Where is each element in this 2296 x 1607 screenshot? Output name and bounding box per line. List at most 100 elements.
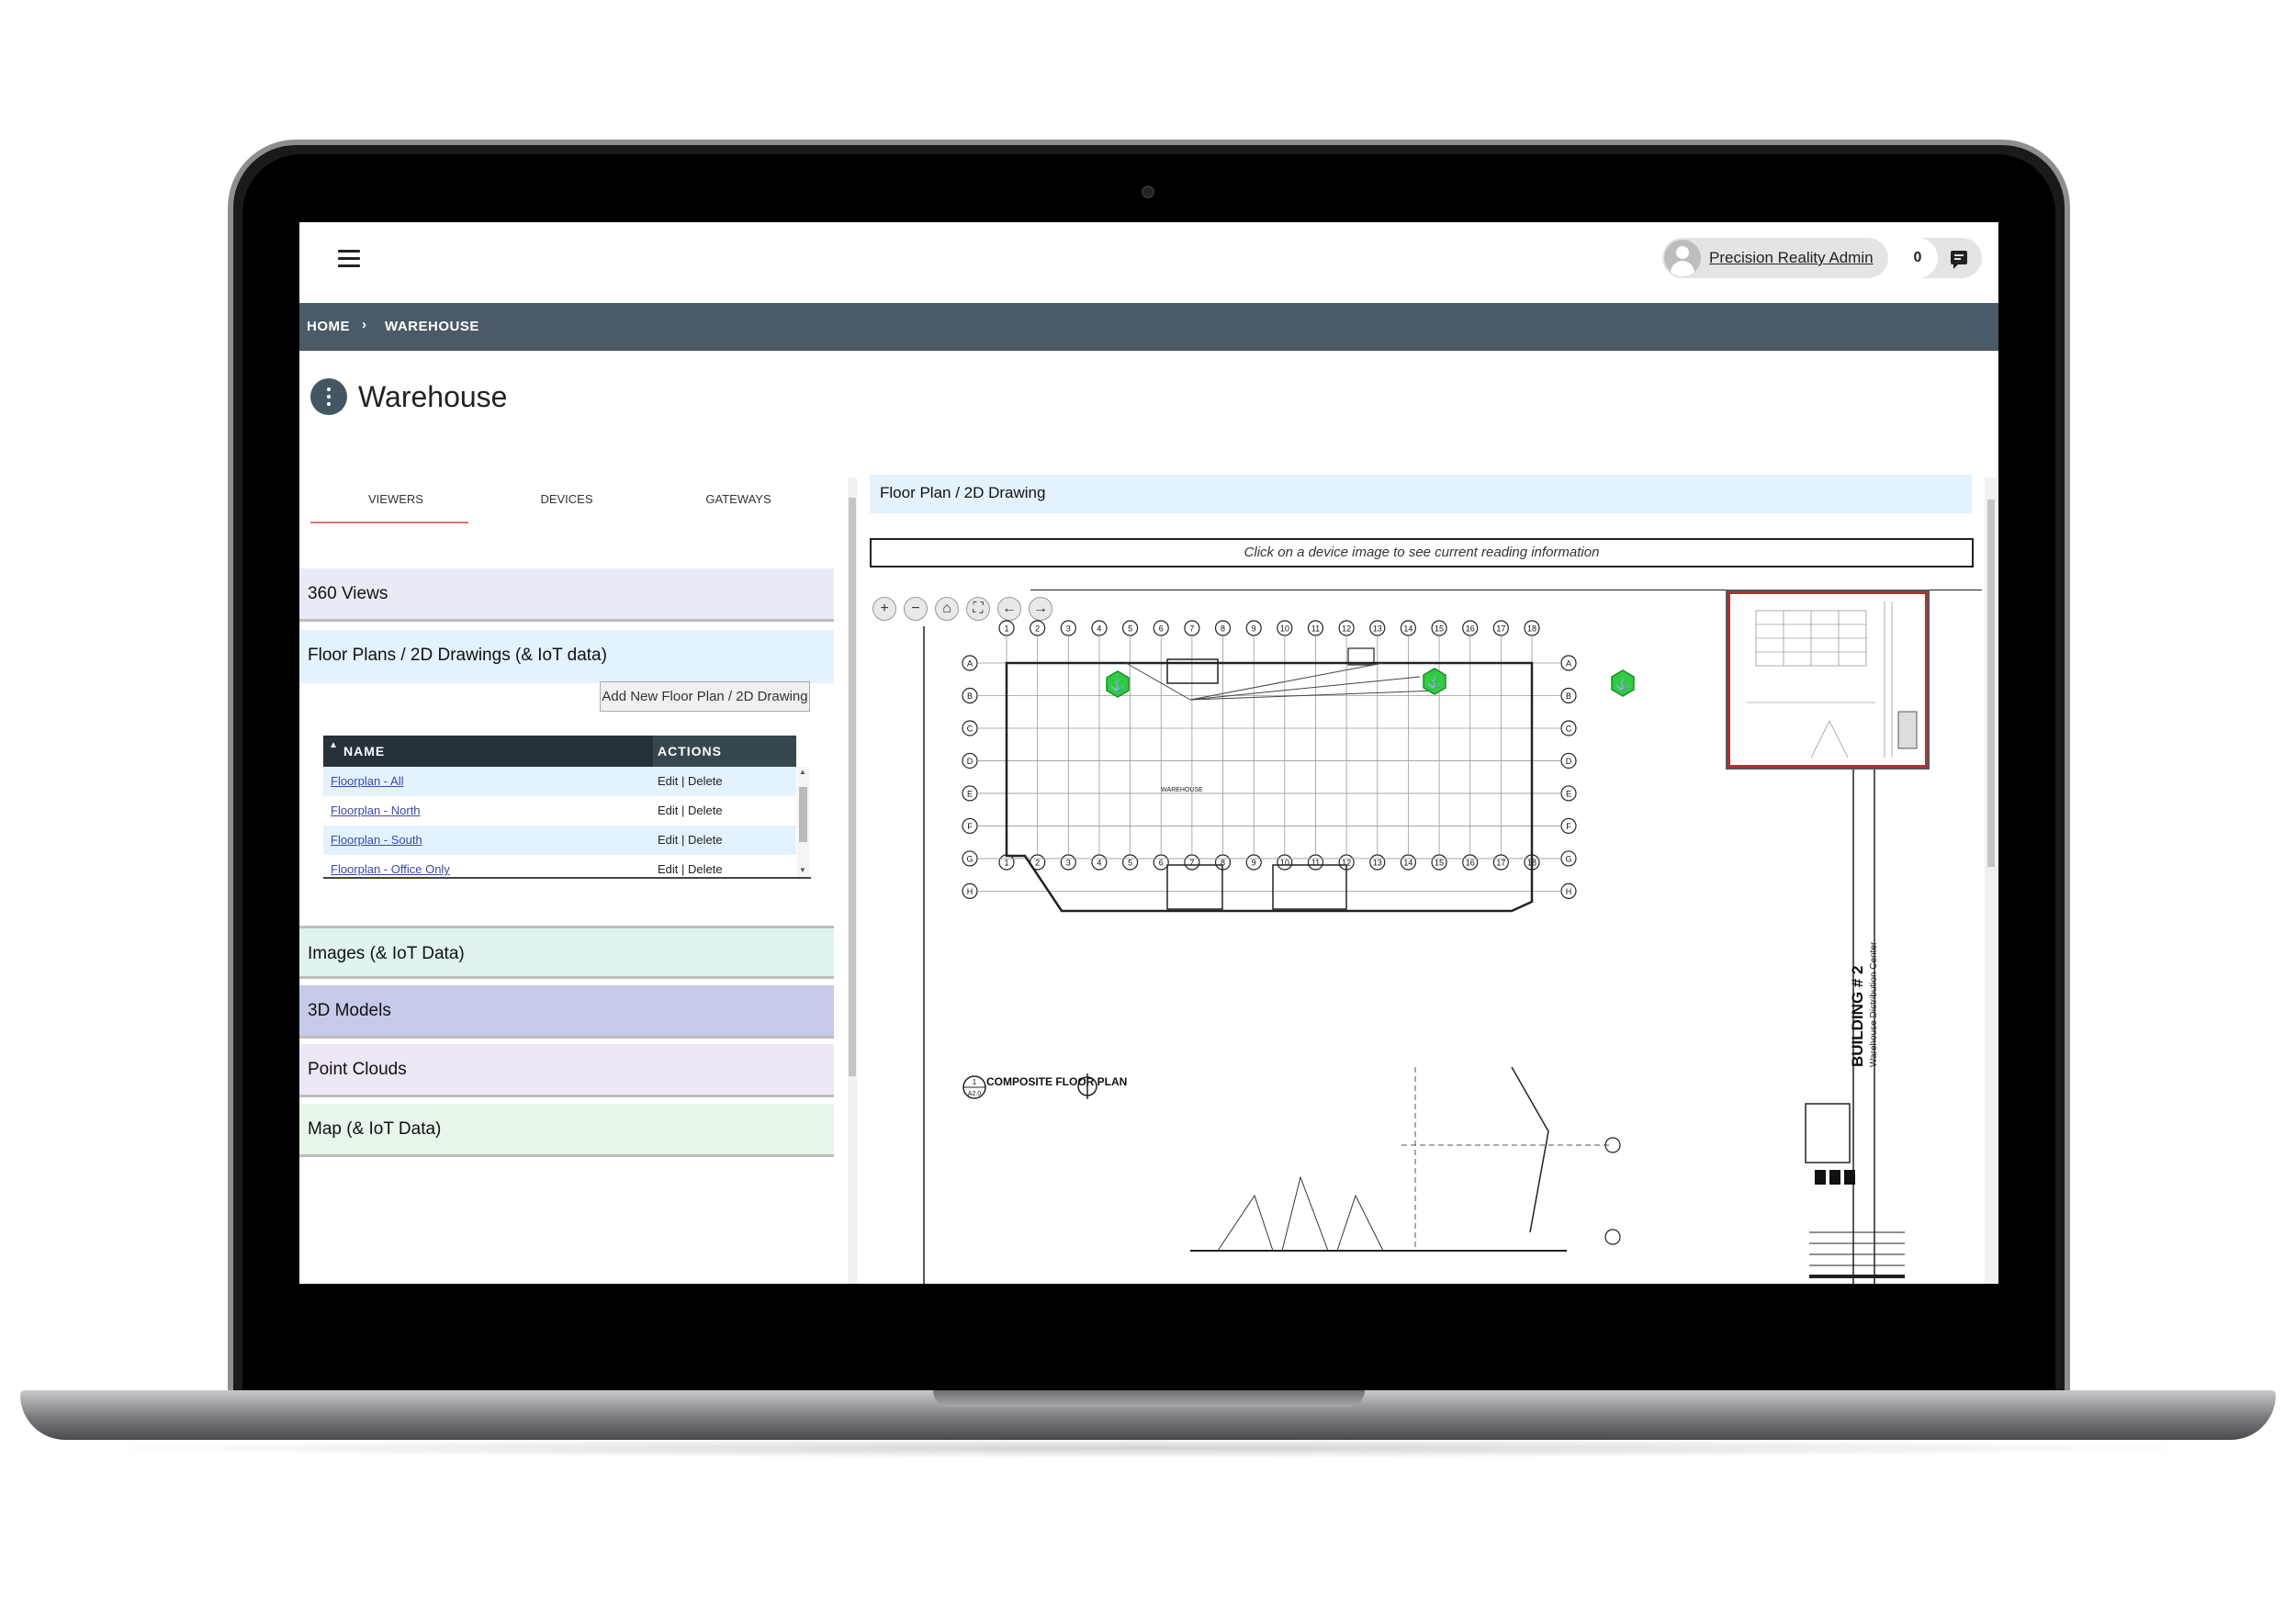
- section-point-clouds[interactable]: Point Clouds: [299, 1044, 834, 1097]
- svg-text:15: 15: [1435, 624, 1444, 634]
- floorplan-minimap[interactable]: [1726, 590, 1930, 770]
- edit-link[interactable]: Edit: [658, 833, 678, 847]
- chat-icon[interactable]: [1951, 251, 1967, 269]
- iot-device-marker[interactable]: ⚓: [1423, 668, 1446, 695]
- edit-link[interactable]: Edit: [658, 804, 678, 817]
- tab-gateways[interactable]: GATEWAYS: [665, 492, 812, 506]
- grid-column-bubble: 3: [1060, 854, 1076, 871]
- office-block: [1272, 864, 1347, 910]
- top-bar: Precision Reality Admin 0: [299, 222, 1998, 303]
- grid-column-bubble: 16: [1462, 854, 1479, 871]
- grid-column-bubble: 5: [1121, 854, 1139, 871]
- section-3d-models[interactable]: 3D Models: [299, 985, 834, 1039]
- grid-row-bubble: E: [962, 785, 978, 802]
- notifications-button[interactable]: 0: [1897, 238, 1982, 278]
- grid-row-bubble: D: [962, 752, 978, 770]
- active-tab-indicator: [310, 522, 468, 523]
- delete-link[interactable]: Delete: [688, 804, 723, 817]
- svg-text:11: 11: [1311, 859, 1320, 868]
- sort-asc-icon[interactable]: ▲: [329, 740, 338, 750]
- svg-text:B: B: [967, 691, 973, 701]
- iot-device-marker[interactable]: ⚓: [1106, 670, 1130, 698]
- floorplan-link[interactable]: Floorplan - Office Only: [331, 862, 450, 876]
- grid-row-labels-right: A B C D E F G H: [1560, 655, 1577, 899]
- svg-text:10: 10: [1280, 624, 1289, 634]
- grid-column-bubble: 3: [1060, 620, 1076, 636]
- right-panel-scrollbar[interactable]: [1985, 478, 1998, 1284]
- user-name-link[interactable]: Precision Reality Admin: [1709, 249, 1874, 267]
- svg-text:15: 15: [1435, 859, 1444, 868]
- menu-icon[interactable]: [338, 250, 360, 268]
- grid-column-bubble: 17: [1492, 620, 1509, 636]
- building-subtitle: Warehouse Distribution Center: [1869, 941, 1879, 1067]
- iot-device-marker[interactable]: ⚓: [1611, 669, 1635, 697]
- grid-column-bubble: 11: [1307, 620, 1324, 636]
- grid-column-labels-bottom: 1 2 3 4 5 6 7 8 9 10 11 12 13 14 15 16 17 18: [998, 854, 1540, 871]
- delete-link[interactable]: Delete: [688, 862, 723, 876]
- svg-text:17: 17: [1496, 624, 1505, 634]
- grid-row-bubble: C: [962, 720, 978, 736]
- grid-column-bubble: 15: [1431, 620, 1447, 636]
- add-floor-plan-button[interactable]: Add New Floor Plan / 2D Drawing: [600, 681, 810, 712]
- column-header-name[interactable]: NAME: [343, 744, 385, 759]
- grid-column-bubble: 18: [1524, 620, 1540, 636]
- svg-text:G: G: [1565, 854, 1571, 863]
- breadcrumb-home[interactable]: HOME: [307, 319, 350, 334]
- svg-text:D: D: [967, 757, 974, 766]
- building-title: BUILDING # 2: [1849, 965, 1866, 1067]
- svg-text:⚓: ⚓: [1427, 675, 1442, 689]
- laptop-shadow: [64, 1438, 2232, 1458]
- page-title: Warehouse: [358, 380, 508, 413]
- svg-text:B: B: [1566, 691, 1571, 701]
- section-map[interactable]: Map (& IoT Data): [299, 1104, 834, 1157]
- laptop-notch: [933, 1390, 1365, 1407]
- svg-text:10: 10: [1280, 859, 1289, 868]
- notification-count: 0: [1897, 238, 1938, 278]
- svg-text:6: 6: [1159, 859, 1164, 868]
- grid-row-bubble: A: [962, 655, 978, 671]
- more-vert-icon[interactable]: [310, 378, 347, 415]
- user-menu[interactable]: Precision Reality Admin: [1662, 238, 1888, 278]
- grid-column-bubble: 12: [1338, 620, 1355, 636]
- action-separator: |: [681, 862, 685, 876]
- grid-column-bubble: 4: [1091, 620, 1108, 636]
- grid-column-bubble: 1: [998, 620, 1015, 636]
- svg-text:13: 13: [1373, 624, 1382, 634]
- delete-link[interactable]: Delete: [688, 833, 723, 847]
- grid-column-bubble: 10: [1277, 620, 1293, 636]
- edit-link[interactable]: Edit: [658, 774, 678, 788]
- breadcrumb-current[interactable]: WAREHOUSE: [385, 319, 479, 334]
- svg-text:A: A: [1566, 659, 1571, 669]
- svg-text:F: F: [967, 822, 973, 831]
- grid-row-labels-left: A B C D E F G H: [962, 655, 978, 899]
- svg-text:3: 3: [1066, 624, 1071, 634]
- logo-mark: [1829, 1170, 1840, 1185]
- svg-text:16: 16: [1466, 624, 1475, 634]
- section-360-views[interactable]: 360 Views: [299, 568, 834, 622]
- tab-viewers[interactable]: VIEWERS: [322, 492, 469, 506]
- floorplan-link[interactable]: Floorplan - South: [331, 833, 422, 847]
- grid-column-bubble: 9: [1245, 620, 1262, 636]
- edit-link[interactable]: Edit: [658, 862, 678, 876]
- svg-text:7: 7: [1189, 624, 1194, 634]
- floorplan-link[interactable]: Floorplan - All: [331, 774, 403, 788]
- grid-row-bubble: H: [1560, 882, 1577, 899]
- svg-text:11: 11: [1311, 624, 1320, 634]
- grid-column-bubble: 16: [1462, 620, 1479, 636]
- tab-devices[interactable]: DEVICES: [493, 492, 640, 506]
- section-floor-plans[interactable]: Floor Plans / 2D Drawings (& IoT data): [299, 630, 834, 683]
- svg-text:3: 3: [1066, 859, 1071, 868]
- floorplan-link[interactable]: Floorplan - North: [331, 804, 421, 817]
- section-images[interactable]: Images (& IoT Data): [299, 926, 834, 979]
- grid-row-bubble: F: [962, 817, 978, 835]
- drawing-title: COMPOSITE FLOOR PLAN: [986, 1075, 1127, 1088]
- app-screen: Precision Reality Admin 0 HOME › WAREHOU…: [299, 222, 1998, 1284]
- svg-text:14: 14: [1403, 859, 1412, 868]
- delete-link[interactable]: Delete: [688, 774, 723, 788]
- left-panel-scrollbar[interactable]: [848, 478, 857, 1284]
- svg-text:1: 1: [1004, 859, 1008, 868]
- grid-column-bubble: 9: [1245, 854, 1262, 871]
- column-header-actions: ACTIONS: [658, 744, 722, 759]
- table-scrollbar[interactable]: ▲ ▼: [797, 767, 809, 877]
- grid-column-bubble: 6: [1153, 620, 1169, 636]
